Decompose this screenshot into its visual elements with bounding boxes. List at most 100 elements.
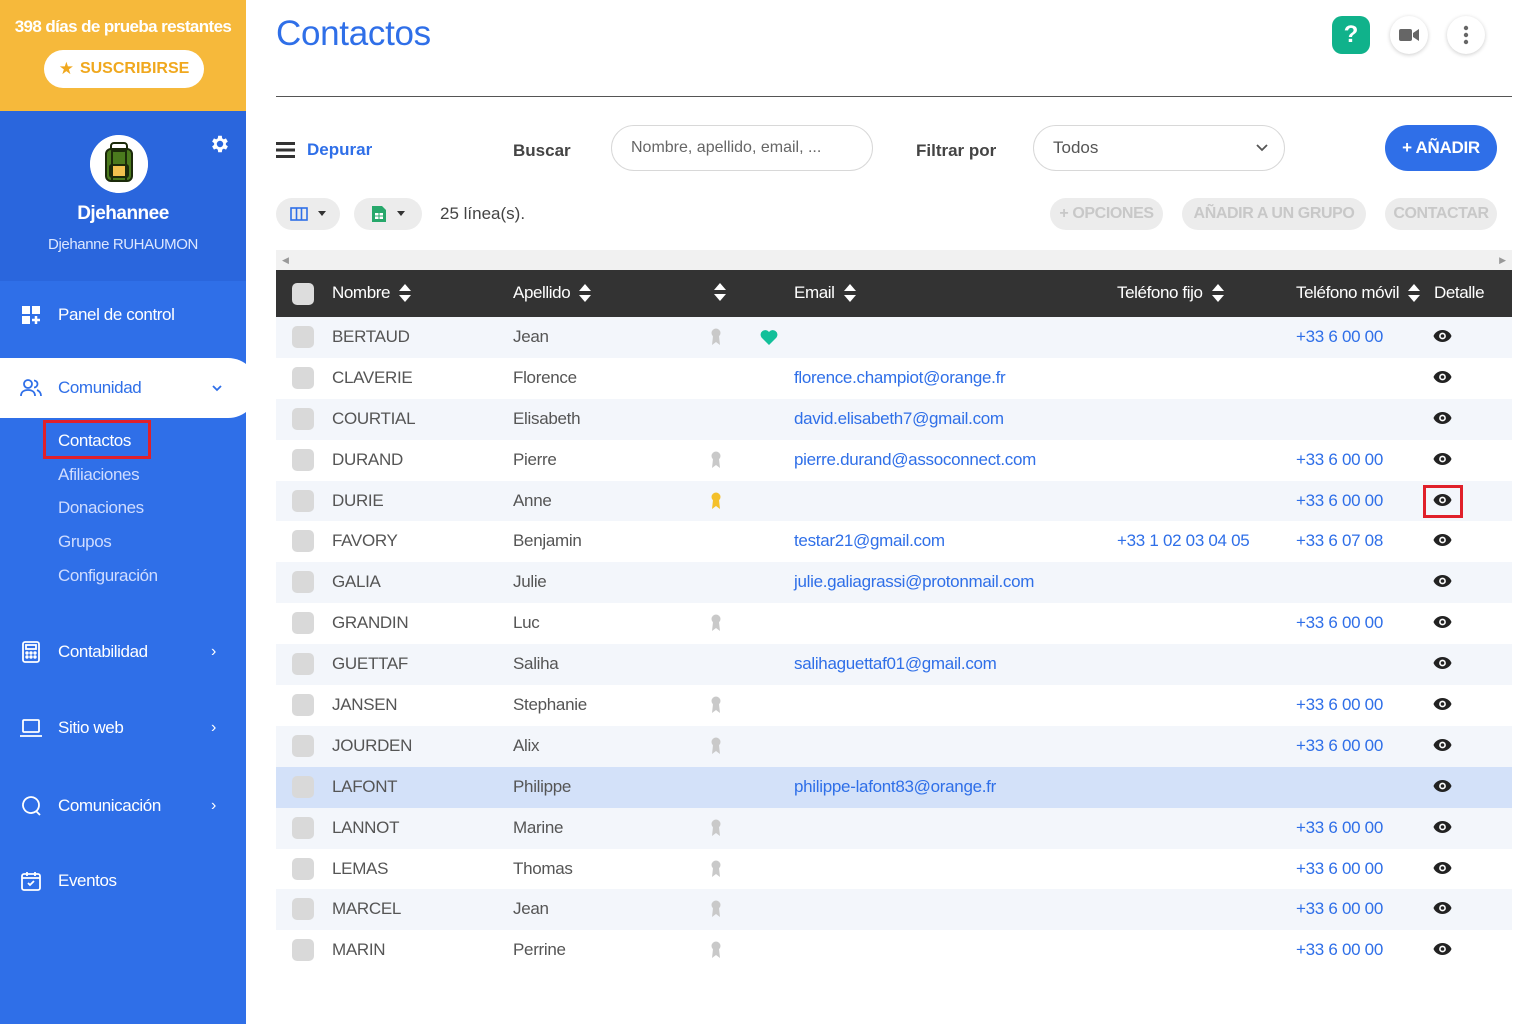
cell-email[interactable]: florence.champiot@orange.fr [794, 368, 1006, 388]
row-checkbox[interactable] [292, 448, 314, 471]
cell-email[interactable]: pierre.durand@assoconnect.com [794, 450, 1036, 470]
gear-icon[interactable] [209, 133, 231, 155]
cell-telefono-movil[interactable]: +33 6 00 00 [1296, 940, 1383, 960]
eye-icon[interactable] [1433, 533, 1452, 547]
eye-icon[interactable] [1433, 656, 1452, 670]
cell-email[interactable]: salihaguettaf01@gmail.com [794, 654, 997, 674]
header-status-sort[interactable] [713, 283, 727, 301]
eye-icon[interactable] [1433, 329, 1452, 343]
eye-icon[interactable] [1433, 615, 1452, 629]
table-row[interactable]: LEMAS Thomas +33 6 00 00 [276, 849, 1512, 890]
nav-comunidad[interactable]: Comunidad [0, 358, 258, 418]
scroll-right-arrow-icon[interactable]: ▶ [1499, 255, 1506, 266]
filter-select[interactable]: Todos [1033, 125, 1285, 171]
cell-telefono-movil[interactable]: +33 6 00 00 [1296, 613, 1383, 633]
row-checkbox[interactable] [292, 530, 314, 553]
eye-icon[interactable] [1433, 370, 1452, 384]
table-row[interactable]: GALIA Julie julie.galiagrassi@protonmail.c… [276, 562, 1512, 604]
table-row[interactable]: LANNOT Marine +33 6 00 00 [276, 807, 1512, 849]
row-checkbox[interactable] [292, 694, 314, 717]
row-checkbox[interactable] [292, 898, 314, 921]
row-checkbox[interactable] [292, 571, 314, 594]
cell-telefono-movil[interactable]: +33 6 00 00 [1296, 327, 1383, 347]
eye-icon[interactable] [1433, 697, 1452, 711]
sidebar-item-donaciones[interactable]: Donaciones [58, 498, 144, 518]
select-all-checkbox[interactable] [292, 283, 314, 305]
row-checkbox[interactable] [292, 489, 314, 512]
eye-icon[interactable] [1433, 861, 1452, 875]
nav-contabilidad[interactable]: Contabilidad › [0, 628, 246, 676]
horizontal-scrollbar[interactable]: ◀ ▶ [276, 250, 1512, 270]
eye-icon[interactable] [1433, 574, 1452, 588]
depurar-button[interactable]: Depurar [276, 140, 372, 160]
cell-telefono-movil[interactable]: +33 6 00 00 [1296, 818, 1383, 838]
columns-button[interactable] [276, 198, 340, 230]
sidebar-item-configuracion[interactable]: Configuración [58, 566, 158, 586]
cell-telefono-movil[interactable]: +33 6 00 00 [1296, 736, 1383, 756]
nav-panel-de-control[interactable]: Panel de control [0, 291, 246, 339]
row-checkbox[interactable] [292, 775, 314, 798]
row-checkbox[interactable] [292, 366, 314, 389]
scroll-left-arrow-icon[interactable]: ◀ [282, 255, 289, 266]
header-telefono-movil[interactable]: Teléfono móvil [1296, 283, 1421, 303]
table-row[interactable]: DURIE Anne +33 6 00 00 [276, 480, 1512, 522]
row-checkbox[interactable] [292, 816, 314, 839]
row-checkbox[interactable] [292, 653, 314, 676]
nav-comunicacion[interactable]: Comunicación › [0, 782, 246, 830]
row-checkbox[interactable] [292, 326, 314, 348]
header-telefono-fijo[interactable]: Teléfono fijo [1117, 283, 1225, 303]
eye-icon[interactable] [1433, 452, 1452, 466]
cell-email[interactable]: testar21@gmail.com [794, 531, 945, 551]
cell-telefono-movil[interactable]: +33 6 00 00 [1296, 859, 1383, 879]
table-row[interactable]: MARIN Perrine +33 6 00 00 [276, 930, 1512, 962]
avatar[interactable] [90, 135, 148, 193]
cell-email[interactable]: david.elisabeth7@gmail.com [794, 409, 1004, 429]
eye-icon[interactable] [1433, 820, 1452, 834]
subscribe-button[interactable]: ★ SUSCRIBIRSE [44, 50, 204, 88]
options-button[interactable]: + OPCIONES [1050, 198, 1163, 230]
add-button[interactable]: + AÑADIR [1385, 125, 1497, 171]
table-row[interactable]: GRANDIN Luc +33 6 00 00 [276, 603, 1512, 644]
table-row[interactable]: MARCEL Jean +33 6 00 00 [276, 889, 1512, 931]
row-checkbox[interactable] [292, 612, 314, 635]
nav-sitio-web[interactable]: Sitio web › [0, 704, 246, 752]
row-checkbox[interactable] [292, 857, 314, 880]
eye-icon[interactable] [1433, 779, 1452, 793]
help-icon[interactable]: ? [1332, 16, 1370, 54]
table-row[interactable]: JANSEN Stephanie +33 6 00 00 [276, 685, 1512, 726]
row-checkbox[interactable] [292, 734, 314, 757]
cell-email[interactable]: julie.galiagrassi@protonmail.com [794, 572, 1034, 592]
search-input[interactable] [611, 125, 873, 171]
add-to-group-button[interactable]: AÑADIR A UN GRUPO [1182, 198, 1366, 230]
cell-telefono-movil[interactable]: +33 6 07 08 [1296, 531, 1383, 551]
cell-telefono-fijo[interactable]: +33 1 02 03 04 05 [1117, 531, 1250, 551]
table-row[interactable]: CLAVERIE Florence florence.champiot@orange… [276, 358, 1512, 399]
header-apellido[interactable]: Apellido [513, 283, 592, 303]
sidebar-item-grupos[interactable]: Grupos [58, 532, 112, 552]
contact-button[interactable]: CONTACTAR [1385, 198, 1497, 230]
sidebar-item-afiliaciones[interactable]: Afiliaciones [58, 465, 140, 485]
cell-telefono-movil[interactable]: +33 6 00 00 [1296, 491, 1383, 511]
cell-telefono-movil[interactable]: +33 6 00 00 [1296, 695, 1383, 715]
table-row[interactable]: JOURDEN Alix +33 6 00 00 [276, 725, 1512, 767]
export-button[interactable] [354, 198, 422, 230]
cell-email[interactable]: philippe-lafont83@orange.fr [794, 777, 996, 797]
more-button[interactable] [1447, 16, 1485, 54]
table-row[interactable]: DURAND Pierre pierre.durand@assoconnect.co… [276, 440, 1512, 481]
header-nombre[interactable]: Nombre [332, 283, 412, 303]
table-row[interactable]: COURTIAL Elisabeth david.elisabeth7@gmail.… [276, 398, 1512, 440]
row-checkbox[interactable] [292, 407, 314, 430]
table-row[interactable]: FAVORY Benjamin testar21@gmail.com +33 1 02… [276, 521, 1512, 562]
table-row[interactable]: LAFONT Philippe philippe-lafont83@orange.f… [276, 766, 1512, 808]
cell-telefono-movil[interactable]: +33 6 00 00 [1296, 450, 1383, 470]
eye-icon[interactable] [1433, 901, 1452, 915]
video-button[interactable] [1390, 16, 1428, 54]
eye-icon[interactable] [1433, 411, 1452, 425]
header-email[interactable]: Email [794, 283, 857, 303]
table-row[interactable]: BERTAUD Jean +33 6 00 00 [276, 317, 1512, 358]
eye-icon[interactable] [1433, 942, 1452, 956]
nav-eventos[interactable]: Eventos [0, 857, 246, 905]
cell-telefono-movil[interactable]: +33 6 00 00 [1296, 899, 1383, 919]
table-row[interactable]: GUETTAF Saliha salihaguettaf01@gmail.com [276, 644, 1512, 686]
eye-icon[interactable] [1433, 738, 1452, 752]
